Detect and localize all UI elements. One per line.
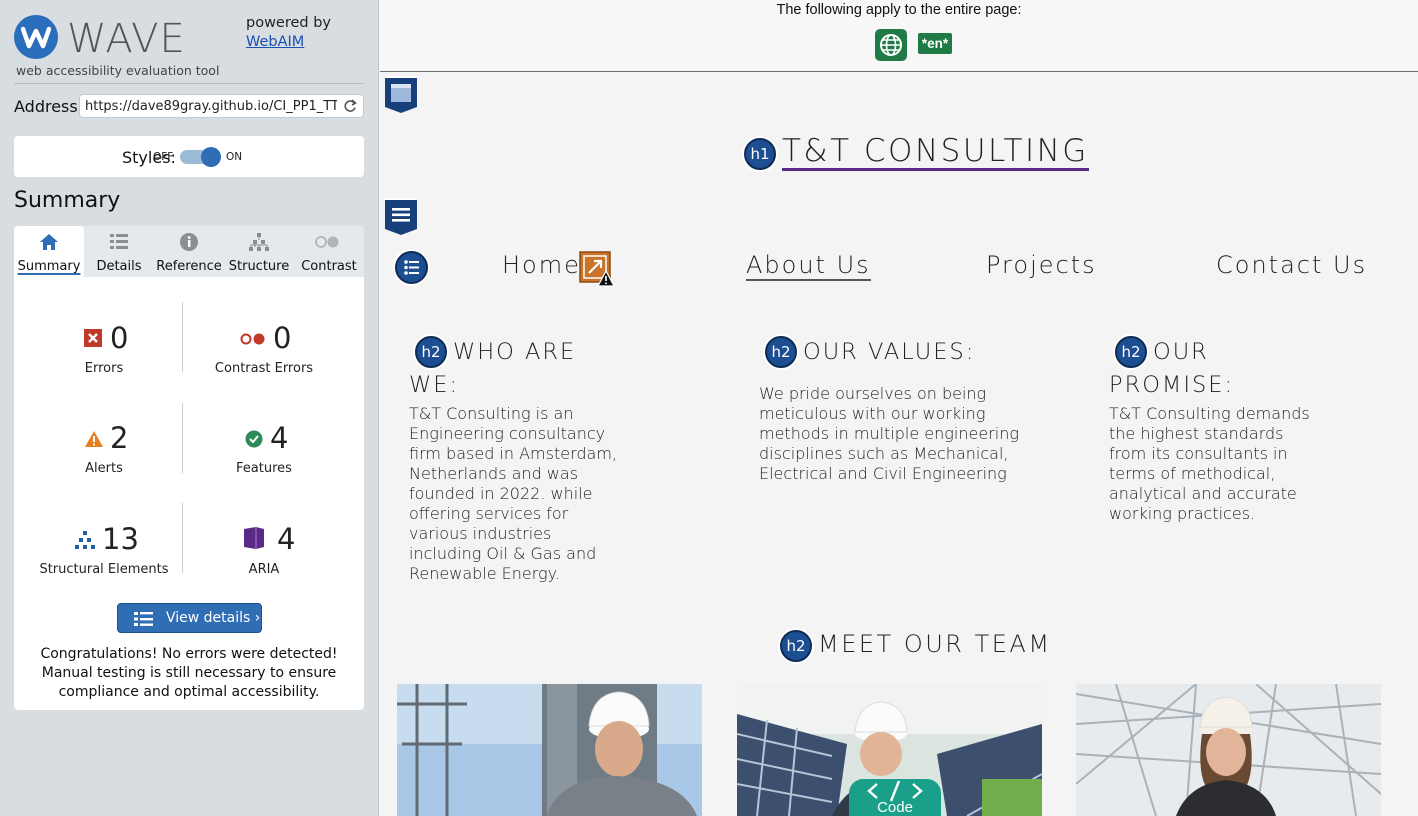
aria-count: 4 (277, 522, 296, 556)
section-heading-our-values: OUR VALUES: (803, 339, 976, 365)
wave-logo-icon (14, 15, 58, 59)
wave-sidebar: WAVE web accessibility evaluation tool p… (0, 0, 379, 816)
aria-icon (242, 526, 266, 555)
wave-logo-text: WAVE (67, 16, 186, 62)
nav-contact-us[interactable]: Contact Us (1216, 251, 1367, 279)
globe-language-icon[interactable] (875, 29, 907, 61)
h2-badge-icon[interactable]: h2 (780, 630, 812, 662)
view-details-label: View details › (166, 610, 261, 626)
contrast-errors-count: 0 (273, 321, 292, 355)
feature-check-icon (245, 430, 263, 453)
reload-icon[interactable] (343, 98, 357, 119)
summary-panel: 0 Errors 0 Contrast Errors 2 Alerts 4 Fe… (14, 277, 364, 710)
styles-off-label: OFF (153, 151, 174, 163)
divider (14, 83, 364, 84)
details-list-icon (108, 232, 130, 252)
nav-about-us[interactable]: About Us (746, 251, 871, 281)
tab-label: Structure (228, 259, 290, 274)
contrast-toggle-icon (312, 232, 342, 252)
structural-count: 13 (102, 522, 139, 556)
page-level-text: The following apply to the entire page: (776, 2, 1022, 18)
tab-label: Reference (156, 259, 222, 274)
page-preview: The following apply to the entire page: … (380, 0, 1418, 816)
tab-details[interactable]: Details (84, 226, 154, 277)
tab-reference[interactable]: Reference (154, 226, 224, 277)
alerts-count: 2 (110, 421, 129, 455)
unordered-list-icon[interactable] (395, 251, 428, 284)
summary-heading: Summary (14, 188, 121, 213)
aria-header-icon[interactable] (383, 75, 419, 115)
features-label: Features (236, 461, 292, 476)
wave-tagline: web accessibility evaluation tool (16, 63, 220, 78)
redundant-link-alert-icon[interactable] (579, 251, 615, 287)
code-badge-label: Code (877, 799, 913, 816)
team-photo-3 (1076, 684, 1381, 816)
tab-label: Details (96, 259, 142, 274)
errors-count: 0 (110, 321, 129, 355)
address-label: Address: (14, 97, 84, 116)
address-input[interactable]: https://dave89gray.github.io/CI_PP1_TTC/… (79, 94, 364, 118)
webaim-link[interactable]: WebAIM (246, 34, 304, 50)
alert-icon (84, 430, 104, 453)
tab-bar: Summary Details Reference Structure Cont… (14, 226, 364, 277)
tab-label: Summary (17, 259, 81, 274)
alerts-label: Alerts (85, 461, 123, 476)
structural-label: Structural Elements (39, 562, 169, 577)
team-heading: MEET OUR TEAM (818, 630, 1052, 658)
details-list-icon (134, 611, 154, 632)
code-icon[interactable]: Code (849, 779, 941, 816)
structure-tree-icon (75, 531, 95, 554)
styles-toggle-knob[interactable] (201, 147, 221, 167)
home-icon (38, 232, 60, 252)
info-icon (178, 232, 200, 252)
powered-by-text: powered by (246, 15, 332, 31)
section-body-who-are-we: T&T Consulting is an Engineering consult… (409, 404, 618, 583)
tab-structure[interactable]: Structure (224, 226, 294, 277)
site-title[interactable]: T&T CONSULTING (782, 134, 1089, 171)
h2-badge-icon[interactable]: h2 (765, 336, 797, 368)
section-heading-who-are-we: WHO ARE WE: (409, 339, 577, 398)
section-body-our-promise: T&T Consulting demands the highest stand… (1109, 404, 1310, 523)
congratulations-message: Congratulations! No errors were detected… (40, 646, 338, 700)
aria-navigation-icon[interactable] (383, 197, 419, 237)
styles-toggle-panel: Styles: OFF ON (14, 136, 364, 177)
address-value: https://dave89gray.github.io/CI_PP1_TTC/… (85, 99, 337, 114)
contrast-error-icon (240, 332, 266, 350)
styles-on-label: ON (226, 151, 243, 163)
view-details-button[interactable]: View details › (117, 603, 262, 633)
error-icon (84, 329, 102, 352)
nav-projects[interactable]: Projects (986, 251, 1097, 279)
nav-home[interactable]: Home (502, 251, 581, 279)
features-count: 4 (270, 421, 289, 455)
language-en-badge[interactable]: *en* (918, 33, 952, 54)
tab-summary[interactable]: Summary (14, 226, 84, 277)
tab-label: Contrast (301, 259, 357, 274)
aria-label: ARIA (248, 562, 280, 577)
structure-tree-icon (248, 232, 270, 252)
errors-label: Errors (84, 361, 124, 376)
contrast-errors-label: Contrast Errors (214, 361, 314, 376)
section-body-our-values: We pride ourselves on being meticulous w… (759, 384, 1019, 483)
team-photo-1 (397, 684, 702, 816)
page-level-banner: The following apply to the entire page: … (380, 0, 1418, 72)
section-heading-our-promise: OUR PROMISE: (1109, 339, 1235, 398)
tab-contrast[interactable]: Contrast (294, 226, 364, 277)
h1-badge-icon[interactable]: h1 (744, 138, 776, 170)
